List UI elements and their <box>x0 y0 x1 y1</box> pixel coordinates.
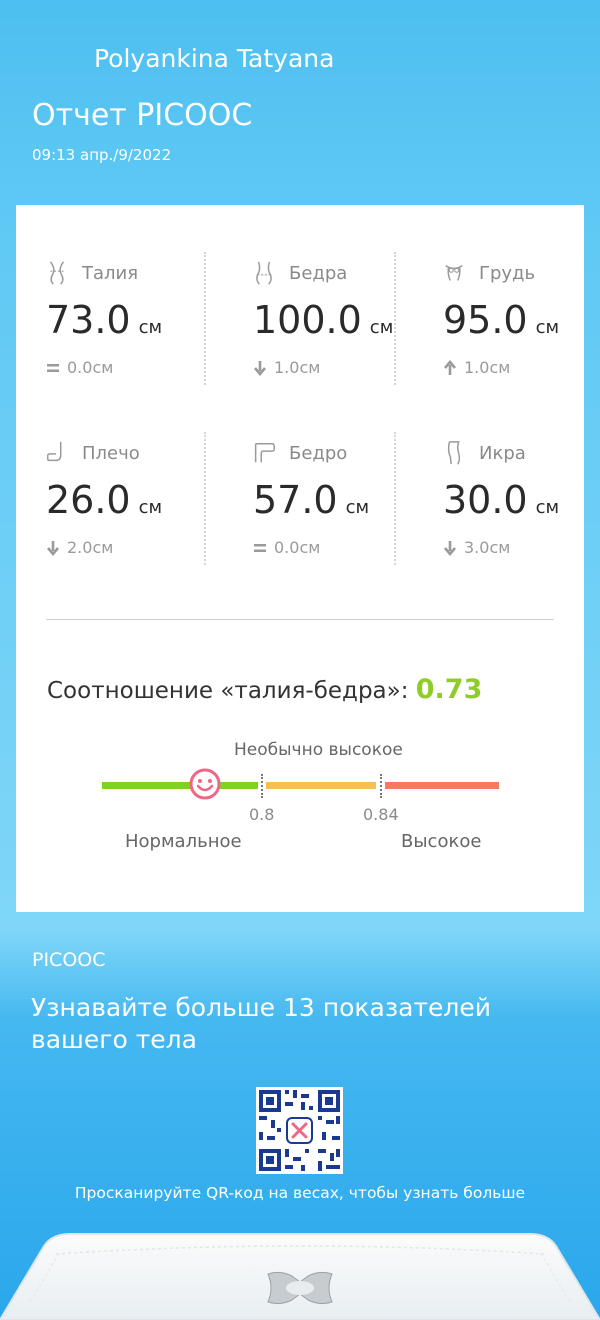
measurement-change-value: 1.0см <box>274 358 321 377</box>
measurement-value: 57.0 см <box>253 478 369 522</box>
zone-label-normal: Нормальное <box>125 831 242 852</box>
scale-tick-0-84 <box>380 774 382 798</box>
promo-headline: Узнавайте больше 13 показателей вашего т… <box>31 993 491 1054</box>
qr-caption: Просканируйте QR-код на весах, чтобы узн… <box>74 1184 526 1202</box>
measurement-cell[interactable]: Талия 73.0 см 0.0см <box>46 258 216 398</box>
measurement-number: 26.0 <box>46 478 131 522</box>
measurement-unit: см <box>369 317 394 338</box>
scale-segment-elevated <box>266 782 376 789</box>
zone-label-high: Высокое <box>401 831 482 852</box>
measurement-cell[interactable]: Бедро 57.0 см 0.0см <box>253 438 423 578</box>
measurement-label: Икра <box>479 442 526 464</box>
measurement-change: 0.0см <box>46 358 113 377</box>
measurement-change-value: 2.0см <box>67 538 114 557</box>
measurement-header: Плечо <box>46 438 140 468</box>
measurement-change-value: 0.0см <box>274 538 321 557</box>
thigh-icon <box>254 442 275 463</box>
user-name: Polyankina Tatyana <box>94 44 335 73</box>
measurement-change-value: 3.0см <box>464 538 511 557</box>
arrow-down-icon <box>254 360 266 376</box>
measurement-header: Бедро <box>253 438 347 468</box>
measurement-label: Бедро <box>289 442 348 464</box>
measurement-number: 57.0 <box>253 478 338 522</box>
measurement-header: Талия <box>46 258 138 288</box>
measurement-value: 100.0 см <box>253 298 393 342</box>
section-divider <box>46 619 554 620</box>
scale-segment-normal <box>102 782 258 789</box>
measurement-header: Икра <box>443 438 526 468</box>
measurement-number: 95.0 <box>443 298 528 342</box>
no-change-icon <box>47 363 59 372</box>
measurement-cell[interactable]: Плечо 26.0 см 2.0см <box>46 438 216 578</box>
waist-icon <box>49 261 65 285</box>
scale-tick-label-2: 0.84 <box>363 805 399 824</box>
arrow-up-icon <box>444 359 456 375</box>
measurement-label: Бедра <box>289 262 348 284</box>
calf-icon <box>447 441 461 465</box>
measurement-change: 3.0см <box>443 538 510 557</box>
smiley-marker-icon <box>189 768 221 800</box>
measurement-change: 1.0см <box>443 358 510 377</box>
measurement-unit: см <box>138 317 163 338</box>
measurement-value: 73.0 см <box>46 298 162 342</box>
scale-label-unusually-high: Необычно высокое <box>234 740 403 760</box>
measurement-value: 26.0 см <box>46 478 162 522</box>
scale-segment-high <box>385 782 499 789</box>
brand-label: PICOOC <box>32 949 106 971</box>
measurement-unit: см <box>345 497 370 518</box>
arm-icon <box>46 441 62 462</box>
measurement-header: Грудь <box>443 258 535 288</box>
whr-label: Соотношение «талия-бедра»: <box>47 678 409 704</box>
measurement-number: 30.0 <box>443 478 528 522</box>
measurement-number: 100.0 <box>253 298 362 342</box>
scale-tick-0-8 <box>261 774 263 798</box>
measurement-cell[interactable]: Бедра 100.0 см 1.0см <box>253 258 423 398</box>
measurement-change: 0.0см <box>253 538 320 557</box>
measurement-label: Грудь <box>479 262 536 284</box>
arrow-down-icon <box>444 540 456 556</box>
measurement-change-value: 1.0см <box>464 358 511 377</box>
chest-icon <box>445 264 463 281</box>
measurement-unit: см <box>535 317 560 338</box>
measurement-header: Бедра <box>253 258 347 288</box>
measurement-unit: см <box>535 497 560 518</box>
measurement-cell[interactable]: Икра 30.0 см 3.0см <box>443 438 600 578</box>
measurement-cell[interactable]: Грудь 95.0 см 1.0см <box>443 258 600 398</box>
no-change-icon <box>254 543 266 552</box>
whr-value: 0.73 <box>415 674 483 705</box>
report-date: 09:13 апр./9/2022 <box>32 146 172 164</box>
scale-tick-label-1: 0.8 <box>249 805 275 824</box>
measurement-change: 1.0см <box>253 358 320 377</box>
measurement-label: Плечо <box>82 442 140 464</box>
report-title: Отчет PICOOC <box>32 98 253 133</box>
measurement-number: 73.0 <box>46 298 131 342</box>
measurement-unit: см <box>138 497 163 518</box>
arrow-down-icon <box>47 540 59 556</box>
measurement-label: Талия <box>82 262 139 284</box>
measurement-value: 95.0 см <box>443 298 559 342</box>
whr-title: Соотношение «талия-бедра»: 0.73 <box>47 674 482 705</box>
measurement-value: 30.0 см <box>443 478 559 522</box>
smart-scale-image <box>0 1233 600 1320</box>
qr-code-icon[interactable] <box>256 1087 343 1174</box>
hips-icon <box>256 261 272 285</box>
measurement-change: 2.0см <box>46 538 113 557</box>
measurement-change-value: 0.0см <box>67 358 114 377</box>
